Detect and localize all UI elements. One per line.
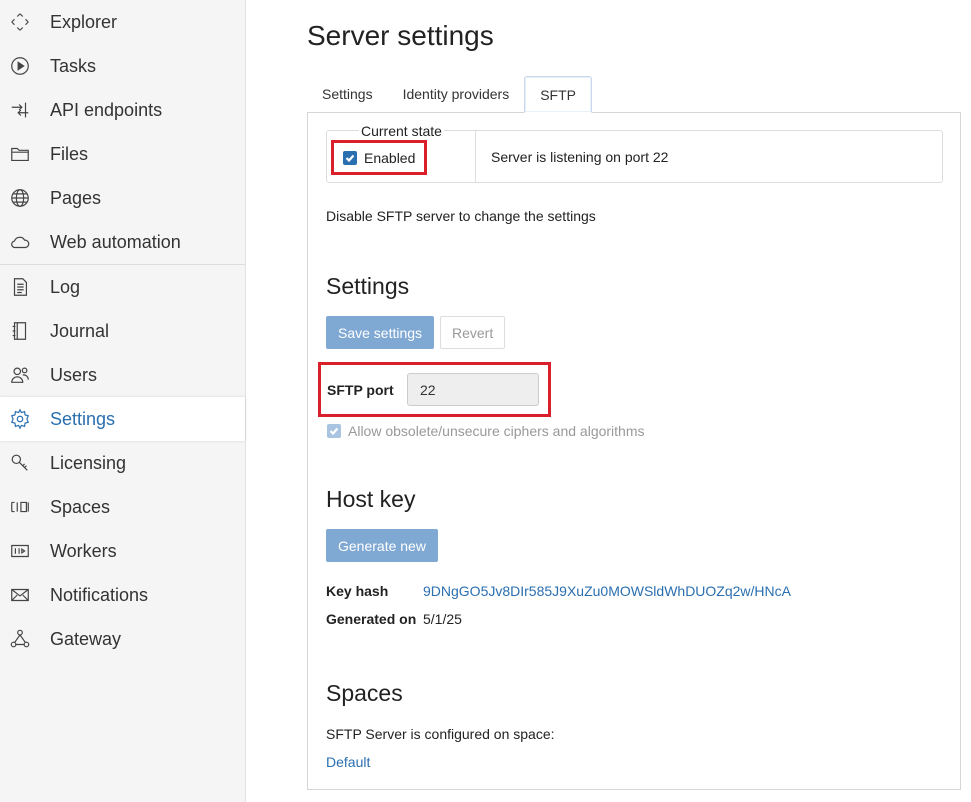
sidebar-item-tasks[interactable]: Tasks xyxy=(0,44,245,88)
key-hash-label: Key hash xyxy=(326,583,389,599)
save-settings-button[interactable]: Save settings xyxy=(326,316,435,349)
spaces-section-title: Spaces xyxy=(326,680,403,706)
default-space-link[interactable]: Default xyxy=(326,754,370,770)
cipher-label: Allow obsolete/unsecure ciphers and algo… xyxy=(348,423,645,439)
sidebar-item-pages[interactable]: Pages xyxy=(0,176,245,220)
envelope-icon xyxy=(8,583,32,607)
sidebar-item-label: Gateway xyxy=(50,628,122,649)
tab-sftp[interactable]: SFTP xyxy=(524,76,592,113)
sidebar-item-label: API endpoints xyxy=(50,99,163,120)
key-icon xyxy=(8,451,32,475)
sidebar-item-label: Users xyxy=(50,364,98,385)
revert-button[interactable]: Revert xyxy=(440,316,506,349)
document-icon xyxy=(8,275,32,299)
settings-section-title: Settings xyxy=(326,273,410,299)
sidebar-item-explorer[interactable]: Explorer xyxy=(0,0,245,44)
tab-identity-providers[interactable]: Identity providers xyxy=(388,76,525,113)
folder-icon xyxy=(8,142,32,166)
sidebar-item-notifications[interactable]: Notifications xyxy=(0,573,245,617)
sftp-panel: Current state Enabled Server is listenin… xyxy=(307,112,961,790)
page-title: Server settings xyxy=(307,20,494,51)
host-key-section-title: Host key xyxy=(326,486,416,512)
api-arrows-icon xyxy=(8,98,32,122)
diamond-arrows-icon xyxy=(8,10,32,34)
sidebar-item-spaces[interactable]: Spaces xyxy=(0,485,245,529)
key-hash-link[interactable]: 9DNgGO5Jv8DIr585J9XuZu0MOWSldWhDUOZq2w/H… xyxy=(423,583,791,599)
main-content: Server settings Settings Identity provid… xyxy=(246,0,971,802)
users-icon xyxy=(8,363,32,387)
sidebar-item-label: Web automation xyxy=(50,231,181,252)
sidebar-item-label: Pages xyxy=(50,187,102,208)
server-status-text: Server is listening on port 22 xyxy=(491,149,669,165)
notebook-icon xyxy=(8,319,32,343)
sidebar-item-label: Workers xyxy=(50,540,117,561)
sidebar-item-label: Tasks xyxy=(50,55,97,76)
sidebar-item-files[interactable]: Files xyxy=(0,132,245,176)
sidebar-item-label: Licensing xyxy=(50,452,127,473)
sidebar: Explorer Tasks API endpoints Files Pages… xyxy=(0,0,246,802)
gear-icon xyxy=(8,407,32,431)
disable-hint-text: Disable SFTP server to change the settin… xyxy=(326,208,596,224)
sidebar-item-journal[interactable]: Journal xyxy=(0,309,245,353)
globe-icon xyxy=(8,186,32,210)
sidebar-item-label: Notifications xyxy=(50,584,149,605)
enabled-highlight-box xyxy=(331,140,427,175)
key-hash-row: Key hash 9DNgGO5Jv8DIr585J9XuZu0MOWSldWh… xyxy=(326,583,791,599)
generated-on-value: 5/1/25 xyxy=(423,611,462,627)
state-divider xyxy=(475,131,476,182)
sidebar-item-web-automation[interactable]: Web automation xyxy=(0,220,245,264)
sidebar-item-log[interactable]: Log xyxy=(0,265,245,309)
cloud-icon xyxy=(8,230,32,254)
current-state-legend: Current state xyxy=(359,123,444,139)
generated-on-row: Generated on 5/1/25 xyxy=(326,611,462,627)
generated-on-label: Generated on xyxy=(326,611,417,627)
sidebar-item-label: Journal xyxy=(50,320,110,341)
sidebar-item-label: Files xyxy=(50,143,89,164)
spaces-description: SFTP Server is configured on space: xyxy=(326,726,555,742)
spaces-icon xyxy=(8,495,32,519)
sidebar-item-api-endpoints[interactable]: API endpoints xyxy=(0,88,245,132)
generate-new-button[interactable]: Generate new xyxy=(326,529,438,562)
sidebar-item-gateway[interactable]: Gateway xyxy=(0,617,245,661)
sidebar-item-users[interactable]: Users xyxy=(0,353,245,397)
sidebar-item-label: Log xyxy=(50,276,81,297)
play-circle-icon xyxy=(8,54,32,78)
sidebar-item-label: Spaces xyxy=(50,496,111,517)
sidebar-item-workers[interactable]: Workers xyxy=(0,529,245,573)
tab-bar: Settings Identity providers SFTP xyxy=(307,76,592,113)
tab-settings[interactable]: Settings xyxy=(307,76,388,113)
gateway-icon xyxy=(8,627,32,651)
sftp-port-highlight-box xyxy=(318,362,551,417)
sidebar-item-settings[interactable]: Settings xyxy=(0,397,245,441)
workers-icon xyxy=(8,539,32,563)
sidebar-item-label: Settings xyxy=(50,408,116,429)
sidebar-item-licensing[interactable]: Licensing xyxy=(0,441,245,485)
cipher-checkbox[interactable]: Allow obsolete/unsecure ciphers and algo… xyxy=(327,423,645,439)
sidebar-item-label: Explorer xyxy=(50,11,118,32)
checkbox-checked-icon xyxy=(327,424,341,438)
